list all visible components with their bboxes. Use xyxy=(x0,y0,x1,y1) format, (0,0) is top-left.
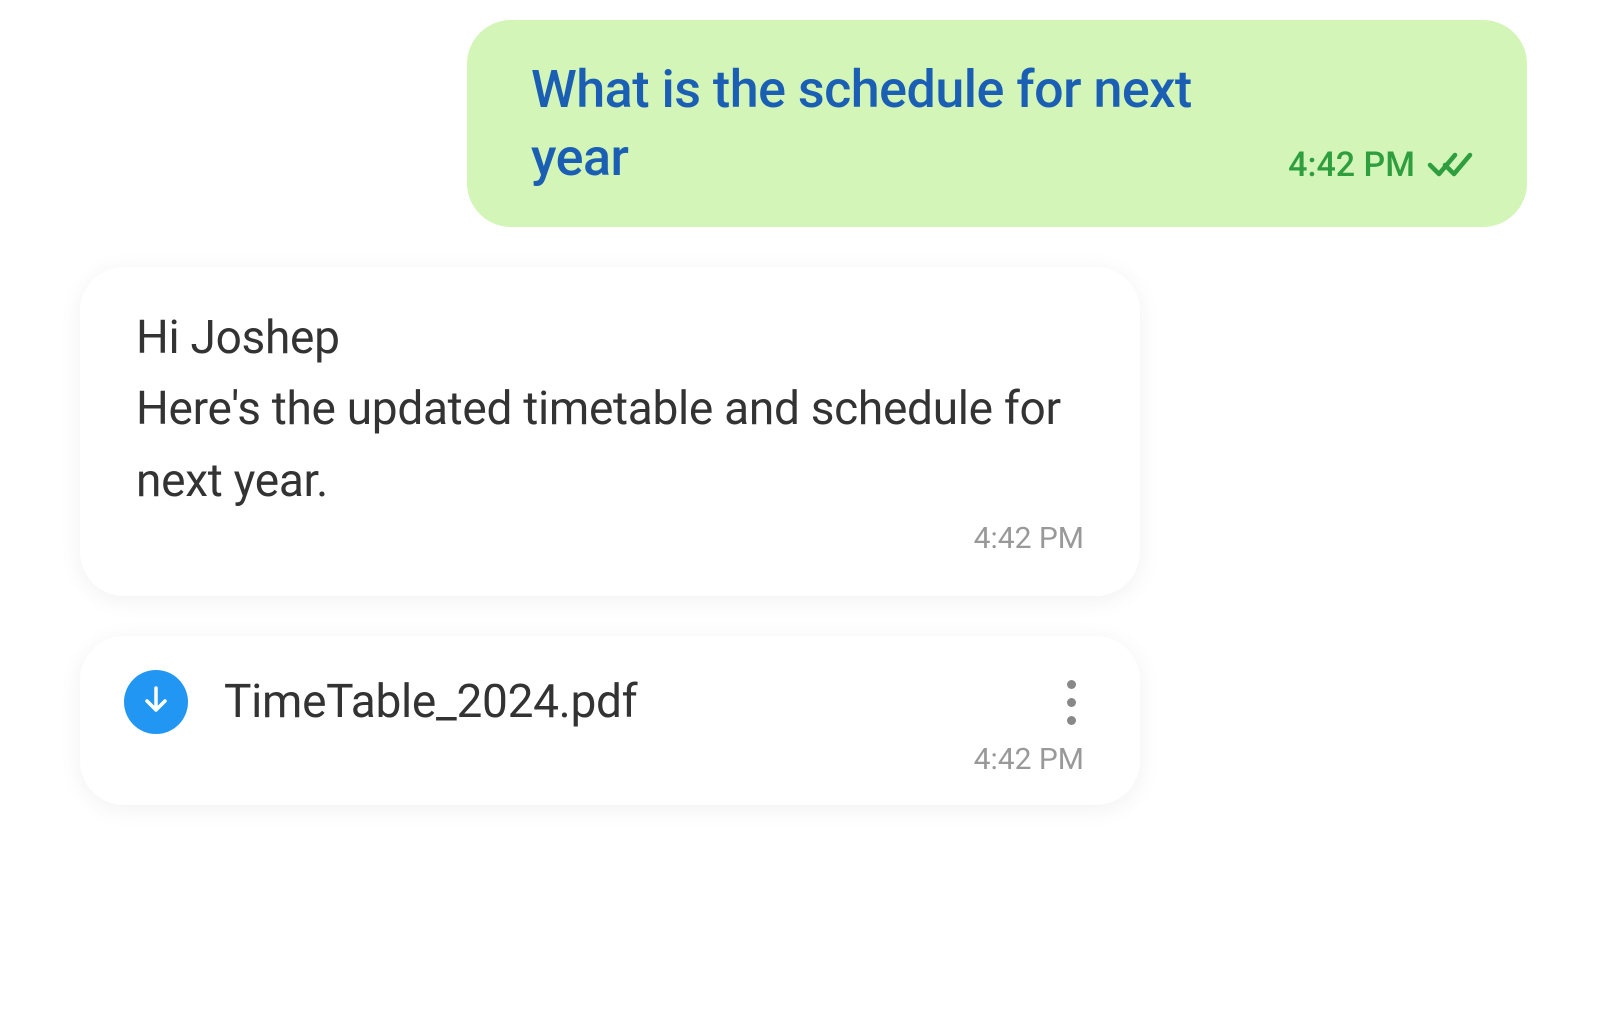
received-message-meta: 4:42 PM xyxy=(136,521,1084,556)
download-button[interactable] xyxy=(124,670,188,734)
message-row-received: Hi JoshepHere's the updated timetable an… xyxy=(80,267,1527,596)
attachment-filename: TimeTable_2024.pdf xyxy=(224,675,1023,729)
attachment-meta: 4:42 PM xyxy=(124,742,1084,777)
chat-container: What is the schedule for next year 4:42 … xyxy=(80,20,1527,805)
dot-icon xyxy=(1067,698,1076,707)
attachment-bubble[interactable]: TimeTable_2024.pdf 4:42 PM xyxy=(80,636,1140,805)
sent-message-time: 4:42 PM xyxy=(1288,145,1415,185)
attachment-row: TimeTable_2024.pdf xyxy=(124,670,1084,734)
more-options-button[interactable] xyxy=(1059,672,1084,733)
message-row-sent: What is the schedule for next year 4:42 … xyxy=(80,20,1527,227)
download-arrow-icon xyxy=(142,684,170,720)
dot-icon xyxy=(1067,680,1076,689)
sent-message-bubble[interactable]: What is the schedule for next year 4:42 … xyxy=(467,20,1527,227)
dot-icon xyxy=(1067,716,1076,725)
received-message-bubble[interactable]: Hi JoshepHere's the updated timetable an… xyxy=(80,267,1140,596)
sent-message-meta: 4:42 PM xyxy=(1288,145,1479,185)
received-message-time: 4:42 PM xyxy=(974,521,1084,556)
message-row-attachment: TimeTable_2024.pdf 4:42 PM xyxy=(80,636,1527,805)
attachment-time: 4:42 PM xyxy=(974,742,1084,777)
received-message-text: Hi JoshepHere's the updated timetable an… xyxy=(136,303,1084,517)
double-check-icon xyxy=(1427,149,1479,181)
sent-message-text: What is the schedule for next year xyxy=(531,56,1248,191)
